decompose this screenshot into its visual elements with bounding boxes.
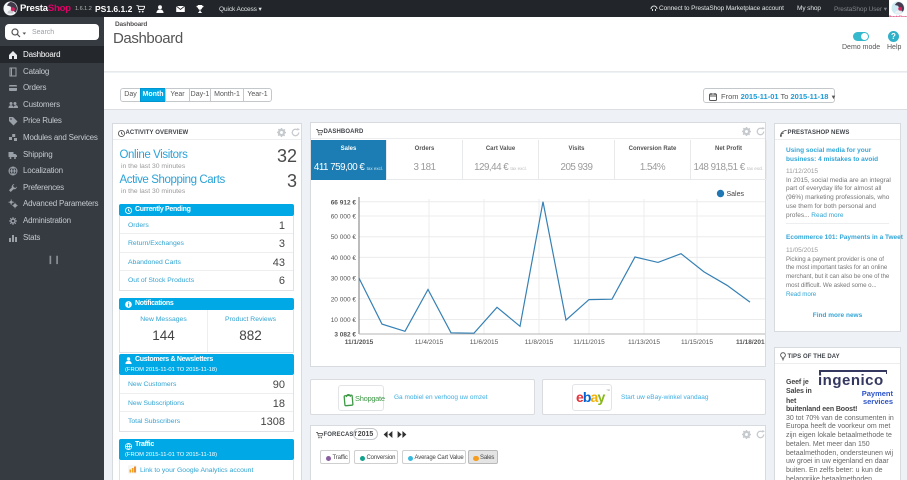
svg-text:11/8/2015: 11/8/2015 <box>525 339 554 346</box>
svg-text:11/15/2015: 11/15/2015 <box>681 339 713 346</box>
svg-text:10 000 €: 10 000 € <box>331 317 357 324</box>
svg-text:11/13/2015: 11/13/2015 <box>628 339 660 346</box>
svg-text:20 000 €: 20 000 € <box>331 296 357 303</box>
svg-text:11/18/201: 11/18/201 <box>736 339 765 346</box>
svg-text:30 000 €: 30 000 € <box>331 276 357 283</box>
svg-text:50 000 €: 50 000 € <box>331 234 357 241</box>
svg-text:60 000 €: 60 000 € <box>331 214 357 221</box>
svg-text:3 082 €: 3 082 € <box>334 332 356 339</box>
svg-text:40 000 €: 40 000 € <box>331 255 357 262</box>
svg-text:11/1/2015: 11/1/2015 <box>345 339 374 346</box>
svg-text:11/11/2015: 11/11/2015 <box>573 339 605 346</box>
svg-text:66 912 €: 66 912 € <box>331 200 357 207</box>
svg-text:Sales: Sales <box>727 191 745 198</box>
svg-text:11/6/2015: 11/6/2015 <box>470 339 499 346</box>
svg-text:11/4/2015: 11/4/2015 <box>415 339 444 346</box>
